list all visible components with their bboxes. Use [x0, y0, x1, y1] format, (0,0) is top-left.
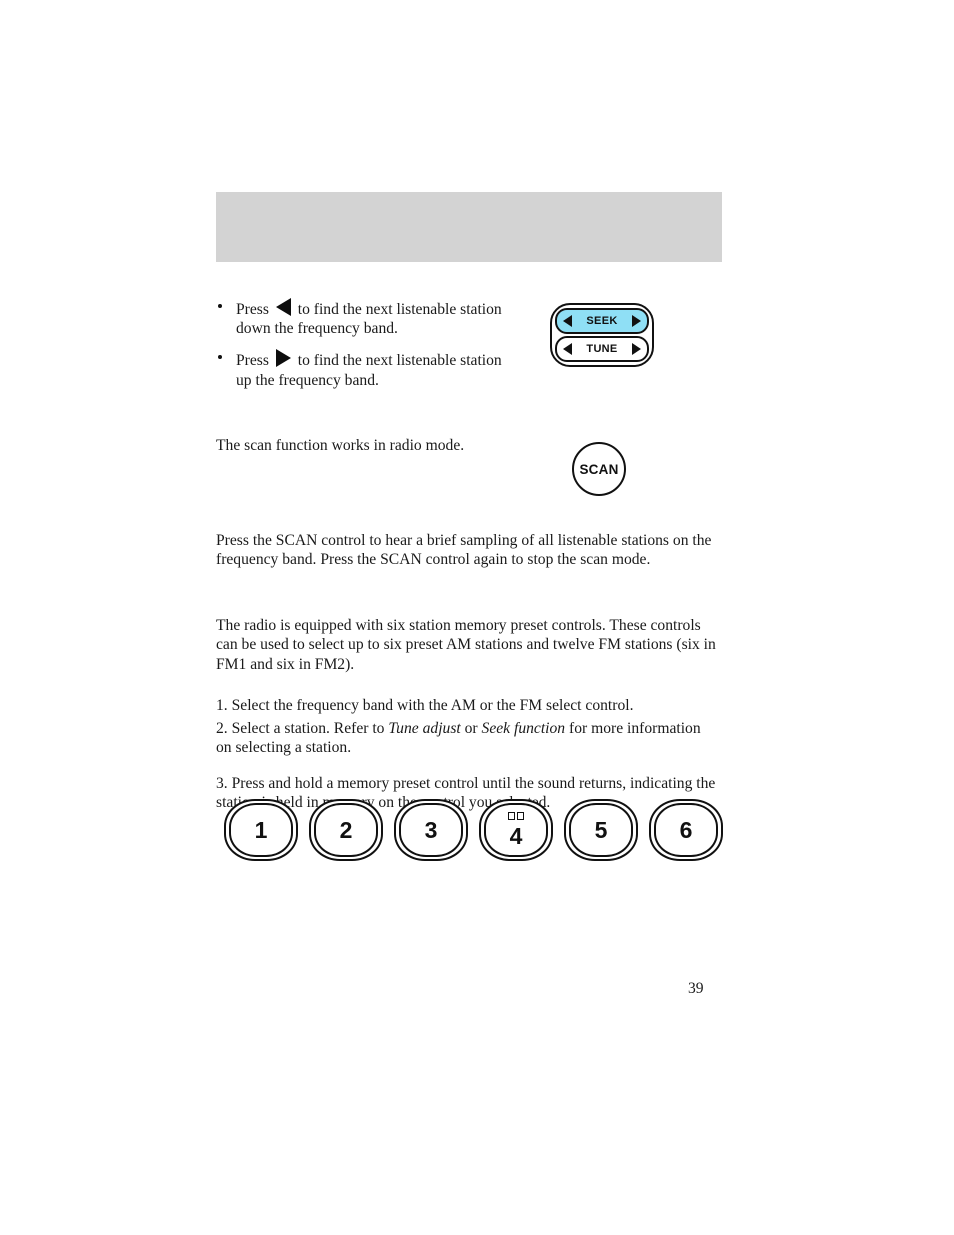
seek-row[interactable]: SEEK — [555, 308, 649, 334]
scan-note-text: The scan function works in radio mode. — [216, 437, 465, 454]
tune-left-arrow-icon[interactable] — [563, 343, 572, 355]
seek-label: SEEK — [586, 315, 618, 327]
step-number: 2. — [216, 720, 228, 737]
bullet-prefix-text: Press — [236, 352, 269, 370]
scan-body-text: Press the SCAN control to hear a brief s… — [216, 532, 712, 569]
scan-button[interactable]: SCAN — [572, 442, 626, 496]
bullet-prefix-text: Press — [236, 301, 269, 318]
preset-button-1[interactable]: 1 — [224, 799, 298, 861]
seek-right-arrow-icon[interactable] — [632, 315, 641, 327]
step-number: 1. — [216, 697, 228, 714]
step-text: Select the frequency band with the AM or… — [231, 697, 634, 714]
preset-button-label: 1 — [254, 816, 268, 843]
manual-page: Press to find the next listenable statio… — [0, 0, 954, 1235]
preset-button-5[interactable]: 5 — [564, 799, 638, 861]
preset-button-4[interactable]: 4 — [479, 799, 553, 861]
step-text: Select a station. Refer to — [231, 720, 389, 737]
bullet-dot-icon — [218, 355, 222, 360]
seek-bullet-list: Press to find the next listenable statio… — [216, 298, 506, 401]
right-triangle-icon — [275, 349, 291, 368]
step-item: 1. Select the frequency band with the AM… — [216, 696, 716, 715]
step-number: 3. — [216, 775, 228, 792]
step-item: 2. Select a station. Refer to Tune adjus… — [216, 719, 716, 758]
list-item: Press to find the next listenable statio… — [216, 298, 506, 338]
preset-button-label: 3 — [424, 816, 438, 843]
bullet-dot-icon — [218, 304, 222, 308]
left-triangle-icon — [275, 298, 291, 316]
preset-intro-text: The radio is equipped with six station m… — [216, 617, 716, 673]
tune-label: TUNE — [586, 343, 618, 355]
seek-left-arrow-icon[interactable] — [563, 315, 572, 327]
seek-tune-control[interactable]: SEEK TUNE — [550, 303, 654, 367]
chapter-header-band — [216, 192, 722, 262]
preset-button-label: 5 — [594, 816, 608, 843]
step-text-mid: or — [460, 720, 482, 737]
preset-button-label: 2 — [339, 816, 353, 843]
preset-button-label: 4 — [509, 823, 523, 849]
step-italic-reference-two: Seek function — [481, 720, 566, 737]
memory-preset-button-row: 1 2 3 4 5 6 — [224, 799, 723, 861]
step-italic-reference-one: Tune adjust — [388, 720, 461, 737]
preset-button-6[interactable]: 6 — [649, 799, 723, 861]
page-number: 39 — [688, 980, 704, 997]
preset-button-3[interactable]: 3 — [394, 799, 468, 861]
list-item: Press to find the next listenable statio… — [216, 349, 506, 389]
tune-row[interactable]: TUNE — [555, 336, 649, 362]
tune-right-arrow-icon[interactable] — [632, 343, 641, 355]
preset-button-label: 6 — [679, 816, 693, 843]
preset-button-2[interactable]: 2 — [309, 799, 383, 861]
